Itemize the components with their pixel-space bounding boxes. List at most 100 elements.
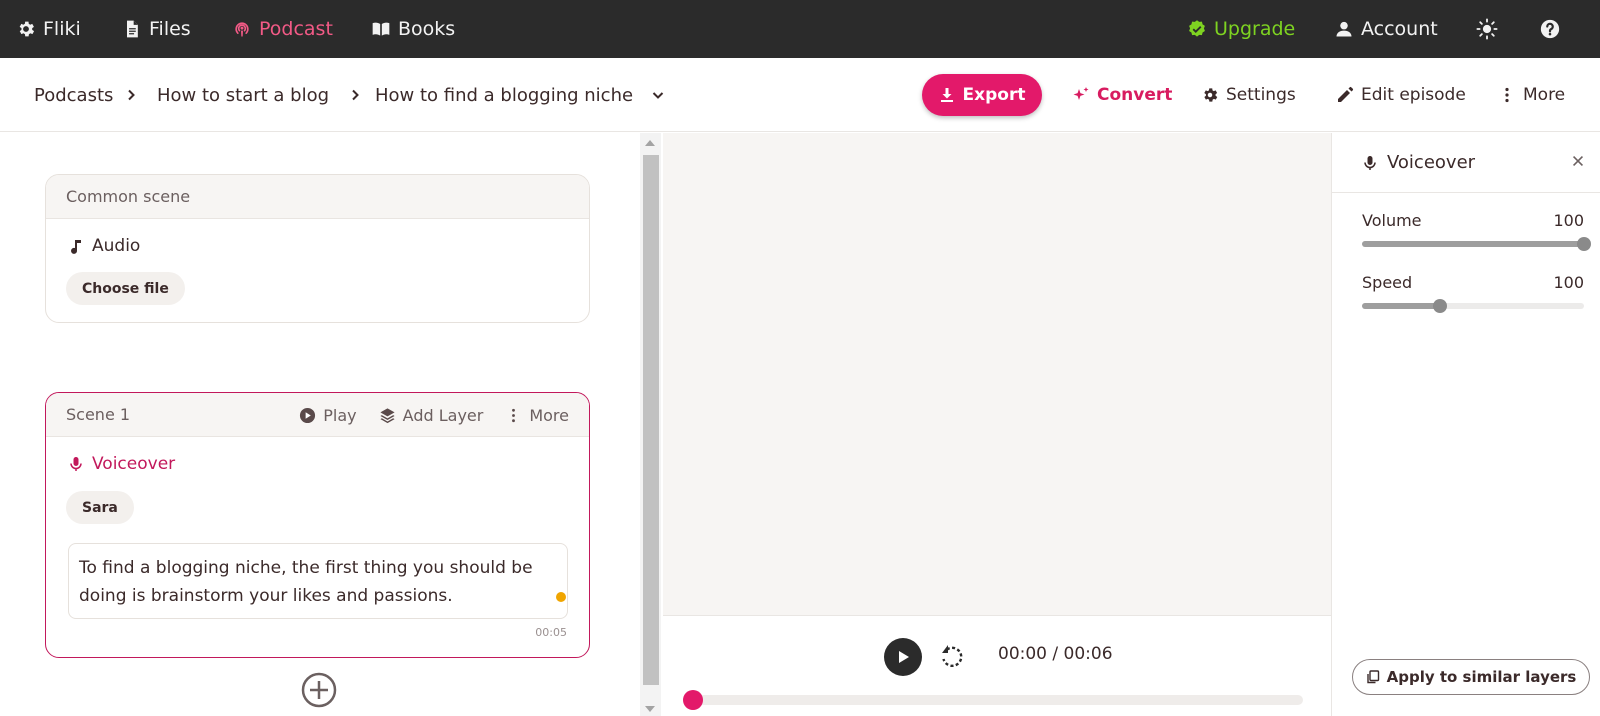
user-icon	[1336, 21, 1352, 37]
verified-check-icon	[1189, 20, 1205, 37]
music-note-icon	[71, 240, 81, 254]
account-label: Account	[1361, 18, 1438, 40]
breadcrumb-episode[interactable]: How to find a blogging niche	[375, 58, 633, 132]
top-nav: Fliki Files Podcast Books Upgrade Accoun…	[0, 0, 1600, 58]
pencil-icon	[1338, 86, 1354, 102]
scroll-thumb[interactable]	[643, 155, 659, 685]
voice-select-button[interactable]: Sara	[66, 491, 134, 524]
nav-books[interactable]: Books	[371, 0, 455, 58]
speed-handle[interactable]	[1432, 299, 1447, 313]
settings-button[interactable]: Settings	[1201, 58, 1296, 132]
chevron-down-icon	[652, 92, 664, 99]
sparkle-icon	[1073, 87, 1089, 100]
voiceover-text-input[interactable]: To find a blogging niche, the first thin…	[68, 543, 568, 619]
scene-scrollbar[interactable]	[640, 133, 661, 716]
scene-1-title: Scene 1	[66, 405, 131, 424]
files-label: Files	[149, 18, 191, 40]
speed-fill	[1362, 303, 1440, 309]
add-layer-button[interactable]: Add Layer	[379, 405, 484, 425]
convert-label: Convert	[1097, 85, 1173, 105]
video-preview	[663, 133, 1331, 615]
help-button[interactable]	[1539, 0, 1561, 58]
nav-podcast[interactable]: Podcast	[232, 0, 333, 58]
timeline-handle[interactable]	[683, 690, 703, 710]
edit-episode-button[interactable]: Edit episode	[1336, 58, 1466, 132]
microphone-icon	[70, 457, 82, 471]
breadcrumb-blog[interactable]: How to start a blog	[157, 58, 329, 132]
chevron-right-icon	[352, 89, 359, 101]
volume-fill	[1362, 241, 1584, 247]
volume-control: Volume 100	[1362, 211, 1591, 251]
sun-icon	[1476, 18, 1498, 40]
audio-row: Audio	[68, 236, 140, 256]
editor-toolbar: Podcasts How to start a blog How to find…	[0, 58, 1600, 132]
voiceover-panel-title: Voiceover	[1387, 152, 1476, 173]
scene-play-label: Play	[323, 405, 357, 425]
play-icon	[899, 651, 909, 663]
podcast-label: Podcast	[259, 18, 333, 40]
podcast-icon	[235, 22, 249, 37]
close-icon[interactable]	[1570, 153, 1586, 169]
more-vertical-icon	[1505, 87, 1509, 103]
breadcrumb-separator	[124, 58, 138, 132]
breadcrumb-podcasts[interactable]: Podcasts	[34, 58, 113, 132]
speed-label: Speed	[1362, 273, 1413, 292]
play-button[interactable]	[884, 638, 922, 676]
export-label: Export	[962, 85, 1026, 105]
breadcrumb-separator	[348, 58, 362, 132]
scroll-up-arrow[interactable]	[645, 140, 655, 146]
voiceover-panel: Voiceover Volume 100 Speed 100 Apply to …	[1331, 133, 1600, 716]
settings-label: Settings	[1226, 85, 1296, 105]
nav-files[interactable]: Files	[122, 0, 191, 58]
books-label: Books	[398, 18, 456, 40]
status-dot	[556, 592, 566, 602]
cog-icon	[19, 21, 35, 37]
common-scene-header: Common scene	[46, 175, 589, 219]
playback-controls: 00:00 / 00:06	[663, 615, 1331, 716]
nav-brand-fliki[interactable]: Fliki	[16, 0, 81, 58]
export-button[interactable]: Export	[922, 74, 1042, 116]
episode-dropdown[interactable]	[651, 58, 665, 132]
voiceover-panel-header: Voiceover	[1332, 133, 1600, 193]
volume-label: Volume	[1362, 211, 1422, 230]
scene-more-button[interactable]: More	[505, 406, 569, 425]
nav-upgrade[interactable]: Upgrade	[1187, 0, 1295, 58]
upgrade-label: Upgrade	[1214, 18, 1296, 40]
scene-more-label: More	[529, 405, 569, 425]
choose-file-button[interactable]: Choose file	[66, 272, 185, 305]
scene-play-button[interactable]: Play	[299, 405, 357, 425]
edit-episode-label: Edit episode	[1361, 85, 1466, 105]
scene-1-header: Scene 1 Play Add Layer More	[46, 393, 589, 437]
audio-label: Audio	[92, 236, 141, 256]
replay-icon[interactable]	[939, 643, 965, 669]
book-icon	[372, 22, 390, 36]
help-icon	[1540, 19, 1560, 39]
microphone-icon	[1364, 155, 1376, 170]
voiceover-layer-row[interactable]: Voiceover	[68, 454, 175, 474]
timeline-track[interactable]	[683, 690, 1303, 710]
scene-duration: 00:05	[535, 626, 567, 639]
scene-1-card[interactable]: Scene 1 Play Add Layer More Voiceover Sa…	[45, 392, 590, 658]
play-circle-icon	[300, 407, 316, 423]
add-layer-label: Add Layer	[402, 405, 484, 425]
chevron-right-icon	[128, 89, 135, 101]
more-label: More	[1523, 85, 1566, 105]
scroll-down-arrow[interactable]	[645, 706, 655, 712]
voiceover-text: To find a blogging niche, the first thin…	[79, 558, 533, 606]
layers-icon	[380, 407, 395, 423]
speed-slider[interactable]	[1362, 299, 1584, 313]
nav-account[interactable]: Account	[1334, 0, 1438, 58]
common-scene-title: Common scene	[66, 187, 191, 206]
add-scene-icon[interactable]	[300, 671, 338, 709]
volume-handle[interactable]	[1577, 237, 1591, 251]
scene-1-actions: Play Add Layer More	[299, 393, 569, 437]
convert-button[interactable]: Convert	[1072, 58, 1172, 132]
time-display: 00:00 / 00:06	[998, 644, 1113, 664]
speed-value: 100	[1553, 273, 1584, 292]
apply-to-similar-layers-button[interactable]: Apply to similar layers	[1352, 659, 1590, 695]
gear-icon	[1204, 88, 1218, 102]
theme-toggle-button[interactable]	[1476, 0, 1498, 58]
more-button[interactable]: More	[1498, 58, 1565, 132]
volume-slider[interactable]	[1362, 237, 1591, 251]
volume-value: 100	[1553, 211, 1584, 230]
